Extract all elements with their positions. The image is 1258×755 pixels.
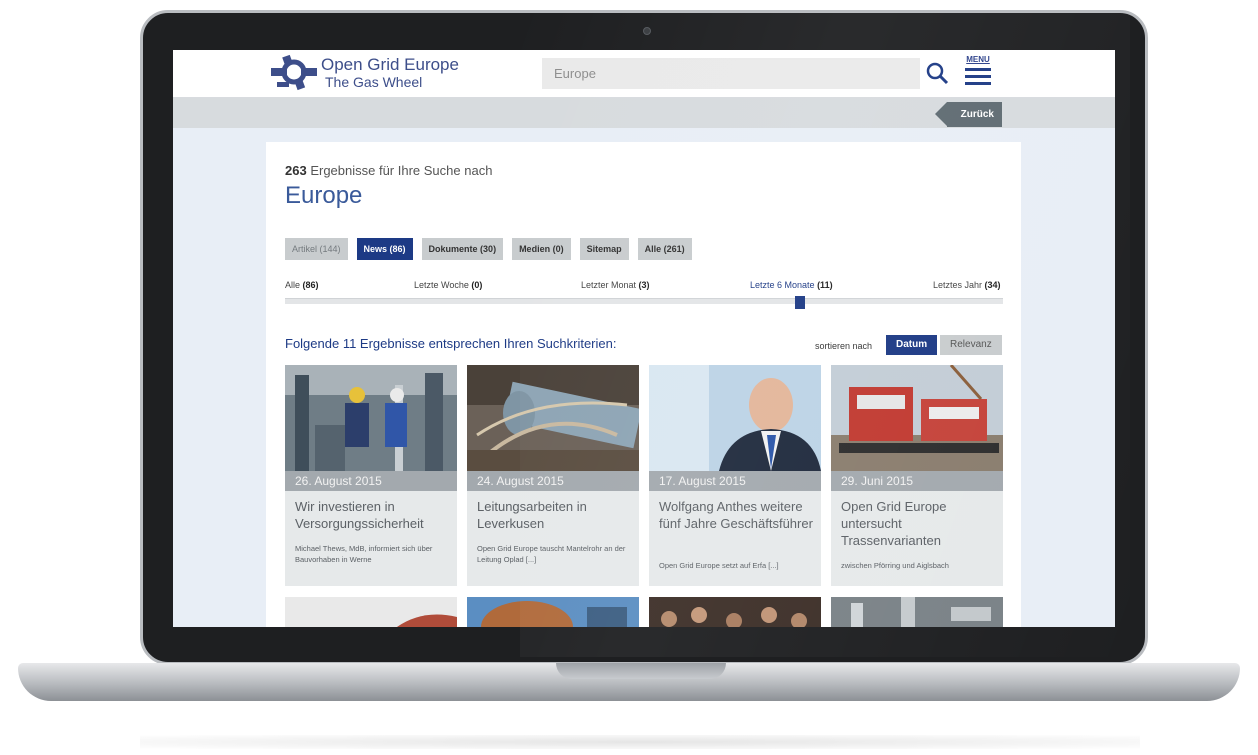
search-icon[interactable]	[925, 61, 949, 85]
news-card[interactable]: 17. August 2015 Wolfgang Anthes weitere …	[649, 365, 821, 586]
news-card[interactable]	[467, 597, 639, 627]
news-teaser: Open Grid Europe setzt auf Erfa [...]	[659, 561, 779, 570]
laptop-shadow	[140, 735, 1140, 749]
camera-icon	[643, 27, 651, 35]
news-image	[831, 365, 1003, 471]
news-date: 26. August 2015	[285, 471, 457, 491]
time-range-option-count: (0)	[471, 280, 483, 290]
tab-medien[interactable]: Medien (0)	[512, 238, 571, 260]
brand-name[interactable]: Open Grid Europe	[321, 56, 459, 74]
news-card[interactable]: 29. Juni 2015 Open Grid Europe untersuch…	[831, 365, 1003, 586]
results-count-suffix: Ergebnisse für Ihre Suche nach	[306, 163, 493, 178]
time-range-slider[interactable]	[285, 296, 1003, 309]
news-image	[467, 365, 639, 471]
time-range-option[interactable]: Alle (86)	[285, 280, 319, 290]
time-range-handle[interactable]	[794, 296, 805, 309]
news-card[interactable]	[831, 597, 1003, 627]
news-teaser: zwischen Pförring und Aiglsbach	[841, 561, 949, 570]
sort-relevance-button[interactable]: Relevanz	[940, 335, 1002, 355]
news-image	[649, 597, 821, 627]
time-range-option-label: Letztes Jahr	[933, 280, 983, 290]
time-range-option-label: Letzter Monat	[581, 280, 637, 290]
news-image	[649, 365, 821, 471]
time-range-option-label: Letzte Woche	[414, 280, 469, 290]
time-range-labels: Alle (86) Letzte Woche (0) Letzter Monat (…	[285, 280, 1003, 294]
results-count-line: 263 Ergebnisse für Ihre Suche nach	[285, 163, 492, 178]
news-title: Wolfgang Anthes weitere fünf Jahre Gesch…	[659, 499, 813, 531]
news-teaser: Open Grid Europe tauscht Mantelrohr an d…	[477, 544, 626, 564]
news-date: 24. August 2015	[467, 471, 639, 491]
sort-date-button[interactable]: Datum	[886, 335, 938, 355]
hamburger-bar	[965, 75, 991, 78]
hamburger-icon	[965, 68, 991, 71]
time-range-option-label: Alle	[285, 280, 301, 290]
results-count: 263	[285, 163, 307, 178]
time-range-option-count: (86)	[302, 280, 319, 290]
time-range-option-count: (11)	[817, 280, 833, 290]
tab-artikel[interactable]: Artikel (144)	[285, 238, 348, 260]
news-title: Open Grid Europe untersucht Trassenvaria…	[841, 499, 947, 548]
header: Open Grid Europe The Gas Wheel MENU	[173, 50, 1115, 98]
time-range-option-count: (34)	[984, 280, 1001, 290]
news-card[interactable]	[649, 597, 821, 627]
back-button[interactable]: Zurück	[935, 102, 1002, 127]
news-image	[285, 597, 457, 627]
tab-news[interactable]: News (86)	[356, 238, 413, 260]
search-query-heading: Europe	[285, 182, 363, 209]
menu-button[interactable]: MENU	[963, 55, 993, 91]
time-range-option[interactable]: Letzte 6 Monate (11)	[750, 280, 833, 290]
news-image	[467, 597, 639, 627]
news-card[interactable]	[285, 597, 457, 627]
time-range-option-count: (3)	[638, 280, 650, 290]
news-date: 17. August 2015	[649, 471, 821, 491]
tab-alle[interactable]: Alle (261)	[637, 238, 692, 260]
news-title: Leitungsarbeiten in Leverkusen	[477, 499, 587, 531]
time-range-option[interactable]: Letztes Jahr (34)	[933, 280, 1001, 290]
sort-label: sortieren nach	[815, 341, 873, 351]
news-title: Wir investieren in Versorgungssicherheit	[295, 499, 424, 531]
time-range-option[interactable]: Letzter Monat (3)	[581, 280, 650, 290]
time-range-option-label: Letzte 6 Monate	[750, 280, 815, 290]
result-type-tabs: Artikel (144) News (86) Dokumente (30) Medi…	[285, 238, 701, 260]
news-teaser: Michael Thews, MdB, informiert sich über…	[295, 544, 433, 564]
news-card[interactable]: 24. August 2015 Leitungsarbeiten in Leve…	[467, 365, 639, 586]
menu-label: MENU	[966, 55, 990, 64]
tab-sitemap[interactable]: Sitemap	[579, 238, 629, 260]
hamburger-bar	[965, 82, 991, 85]
news-date: 29. Juni 2015	[831, 471, 1003, 491]
news-image	[831, 597, 1003, 627]
brand-tagline: The Gas Wheel	[325, 74, 423, 90]
search-results-panel: 263 Ergebnisse für Ihre Suche nach Europ…	[266, 142, 1021, 627]
filtered-results-title: Folgende 11 Ergebnisse entsprechen Ihren…	[285, 336, 617, 351]
time-range-option[interactable]: Letzte Woche (0)	[414, 280, 482, 290]
news-card[interactable]: 26. August 2015 Wir investieren in Verso…	[285, 365, 457, 586]
screen: Open Grid Europe The Gas Wheel MENU Zurü…	[173, 50, 1115, 627]
gas-wheel-logo-icon[interactable]	[271, 54, 317, 92]
news-image	[285, 365, 457, 471]
laptop-notch	[556, 663, 726, 679]
search-input[interactable]	[542, 58, 920, 89]
tab-dokumente[interactable]: Dokumente (30)	[421, 238, 504, 260]
